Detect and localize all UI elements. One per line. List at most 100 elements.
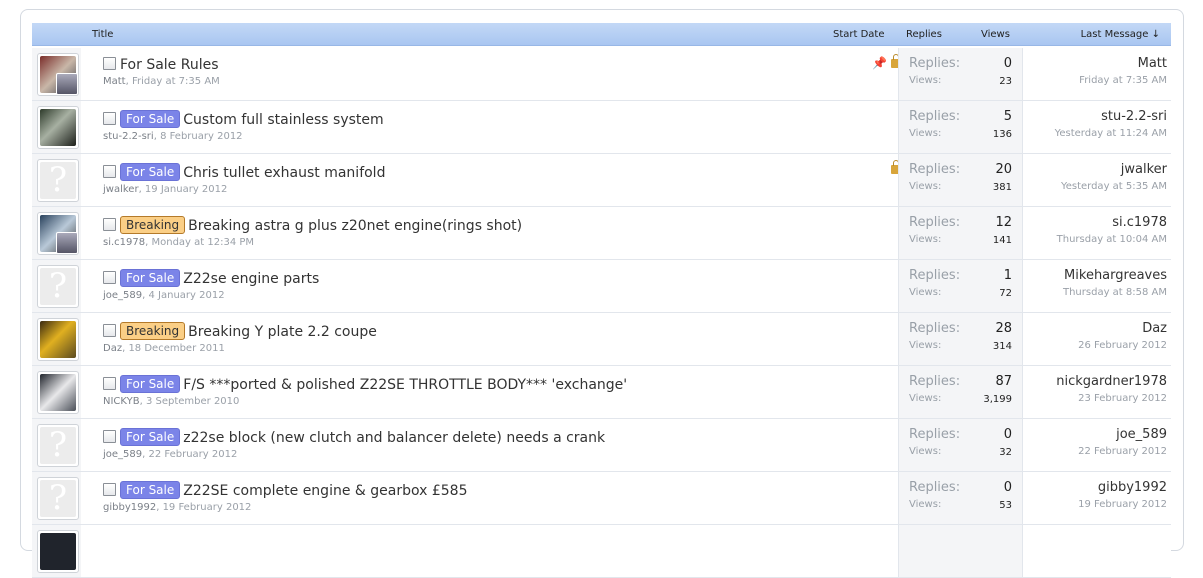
thread-title-link[interactable]: Breaking astra g plus z20net engine(ring… — [188, 218, 522, 234]
thread-start-date[interactable]: 19 January 2012 — [145, 184, 227, 195]
column-replies[interactable]: Replies — [906, 29, 942, 40]
last-message: Matt Friday at 7:35 AM — [1079, 56, 1167, 86]
thread-start-date[interactable]: 22 February 2012 — [149, 449, 238, 460]
thread-start-date[interactable]: 3 September 2010 — [146, 396, 239, 407]
last-message-user[interactable]: stu-2.2-sri — [1055, 109, 1167, 124]
last-message-date[interactable]: Yesterday at 11:24 AM — [1055, 128, 1167, 139]
thread-start-date[interactable]: 19 February 2012 — [163, 502, 252, 513]
thread-author-link[interactable]: Matt — [103, 76, 126, 87]
thread-select-checkbox[interactable] — [103, 430, 116, 443]
thread-author-link[interactable]: joe_589 — [103, 449, 142, 460]
thread-status-icons: 📌 — [868, 54, 901, 70]
last-message-user[interactable]: Daz — [1078, 321, 1167, 336]
last-message-date[interactable]: 23 February 2012 — [1056, 393, 1167, 404]
last-message-user[interactable]: joe_589 — [1078, 427, 1167, 442]
last-message-user[interactable]: gibby1992 — [1078, 480, 1167, 495]
thread-stats: Replies: 12 Views: 141 — [898, 207, 1023, 259]
views-label: Views: — [909, 499, 942, 510]
thread-prefix-badge[interactable]: For Sale — [120, 375, 181, 393]
last-poster-mini-avatar[interactable] — [56, 232, 78, 254]
thread-author-link[interactable]: stu-2.2-sri — [103, 131, 154, 142]
views-label: Views: — [909, 287, 942, 298]
last-message-date[interactable]: 19 February 2012 — [1078, 499, 1167, 510]
avatar[interactable]: ? — [37, 424, 79, 467]
thread-main: For Sale Custom full stainless system stu-… — [103, 110, 384, 142]
avatar[interactable]: ? — [37, 159, 79, 202]
thread-select-checkbox[interactable] — [103, 377, 116, 390]
avatar[interactable]: ? — [37, 265, 79, 308]
avatar-placeholder-icon: ? — [40, 162, 76, 199]
last-message-date[interactable]: 26 February 2012 — [1078, 340, 1167, 351]
thread-start-date[interactable]: 4 January 2012 — [149, 290, 225, 301]
last-message-user[interactable]: Mikehargreaves — [1063, 268, 1167, 283]
thread-row: Breaking Breaking astra g plus z20net eng… — [32, 207, 1171, 260]
last-message-date[interactable]: Friday at 7:35 AM — [1079, 75, 1167, 86]
last-message-date[interactable]: Yesterday at 5:35 AM — [1061, 181, 1167, 192]
thread-title-link[interactable]: Z22se engine parts — [183, 271, 319, 287]
thread-author-link[interactable]: jwalker — [103, 184, 139, 195]
last-message-user[interactable]: Matt — [1079, 56, 1167, 71]
avatar[interactable] — [37, 318, 79, 361]
last-message-user[interactable]: nickgardner1978 — [1056, 374, 1167, 389]
thread-row: ? For Sale Z22SE complete engine & gearbox… — [32, 472, 1171, 525]
thread-start-date[interactable]: 8 February 2012 — [160, 131, 242, 142]
thread-title-link[interactable]: F/S ***ported & polished Z22SE THROTTLE … — [183, 377, 627, 393]
column-last-message[interactable]: Last Message ↓ — [1081, 29, 1160, 40]
views-count: 53 — [999, 500, 1012, 511]
avatar[interactable]: ? — [37, 477, 79, 520]
views-count: 23 — [999, 76, 1012, 87]
last-message-user[interactable]: jwalker — [1061, 162, 1167, 177]
last-poster-mini-avatar[interactable] — [56, 73, 78, 95]
last-message: stu-2.2-sri Yesterday at 11:24 AM — [1055, 109, 1167, 139]
thread-prefix-badge[interactable]: For Sale — [120, 481, 181, 499]
last-message-user[interactable]: si.c1978 — [1057, 215, 1167, 230]
last-message-date[interactable]: 22 February 2012 — [1078, 446, 1167, 457]
column-title[interactable]: Title — [92, 29, 113, 40]
thread-title-link[interactable]: Custom full stainless system — [183, 112, 383, 128]
thread-title-line: For Sale Z22se engine parts — [103, 269, 319, 287]
thread-select-checkbox[interactable] — [103, 218, 116, 231]
thread-select-checkbox[interactable] — [103, 271, 116, 284]
thread-start-date[interactable]: Friday at 7:35 AM — [132, 76, 220, 87]
thread-prefix-badge[interactable]: For Sale — [120, 110, 181, 128]
avatar-placeholder-icon: ? — [40, 480, 76, 517]
thread-title-link[interactable]: For Sale Rules — [120, 57, 219, 73]
thread-select-checkbox[interactable] — [103, 57, 116, 70]
thread-prefix-badge[interactable]: Breaking — [120, 216, 186, 234]
thread-prefix-badge[interactable]: Breaking — [120, 322, 186, 340]
last-message: nickgardner1978 23 February 2012 — [1056, 374, 1167, 404]
thread-prefix-badge[interactable]: For Sale — [120, 163, 181, 181]
last-message: Mikehargreaves Thursday at 8:58 AM — [1063, 268, 1167, 298]
thread-title-link[interactable]: Chris tullet exhaust manifold — [183, 165, 385, 181]
thread-author-link[interactable]: si.c1978 — [103, 237, 145, 248]
thread-select-checkbox[interactable] — [103, 324, 116, 337]
last-message-date[interactable]: Thursday at 10:04 AM — [1057, 234, 1167, 245]
thread-title-line: For Sale Z22SE complete engine & gearbox … — [103, 481, 467, 499]
thread-start-date[interactable]: Monday at 12:34 PM — [151, 237, 254, 248]
avatar[interactable] — [37, 530, 79, 573]
thread-meta: joe_589, 4 January 2012 — [103, 290, 225, 301]
thread-title-link[interactable]: Breaking Y plate 2.2 coupe — [188, 324, 377, 340]
thread-prefix-badge[interactable]: For Sale — [120, 269, 181, 287]
thread-start-date[interactable]: 18 December 2011 — [128, 343, 224, 354]
thread-author-link[interactable]: Daz — [103, 343, 122, 354]
thread-select-checkbox[interactable] — [103, 483, 116, 496]
thread-title-link[interactable]: z22se block (new clutch and balancer del… — [183, 430, 605, 446]
thread-title-link[interactable]: Z22SE complete engine & gearbox £585 — [183, 483, 467, 499]
column-views[interactable]: Views — [981, 29, 1010, 40]
thread-author-link[interactable]: joe_589 — [103, 290, 142, 301]
last-message-date[interactable]: Thursday at 8:58 AM — [1063, 287, 1167, 298]
thread-prefix-badge[interactable]: For Sale — [120, 428, 181, 446]
thread-stats — [898, 525, 1023, 577]
thread-title-line: For Sale Custom full stainless system — [103, 110, 384, 128]
thread-select-checkbox[interactable] — [103, 112, 116, 125]
thread-author-link[interactable]: gibby1992 — [103, 502, 156, 513]
avatar[interactable] — [37, 106, 79, 149]
thread-stats: Replies: 20 Views: 381 — [898, 154, 1023, 206]
avatar[interactable] — [37, 53, 79, 96]
thread-author-link[interactable]: NICKYB — [103, 396, 140, 407]
avatar[interactable] — [37, 212, 79, 255]
avatar[interactable] — [37, 371, 79, 414]
thread-select-checkbox[interactable] — [103, 165, 116, 178]
column-start-date[interactable]: Start Date — [833, 29, 885, 40]
